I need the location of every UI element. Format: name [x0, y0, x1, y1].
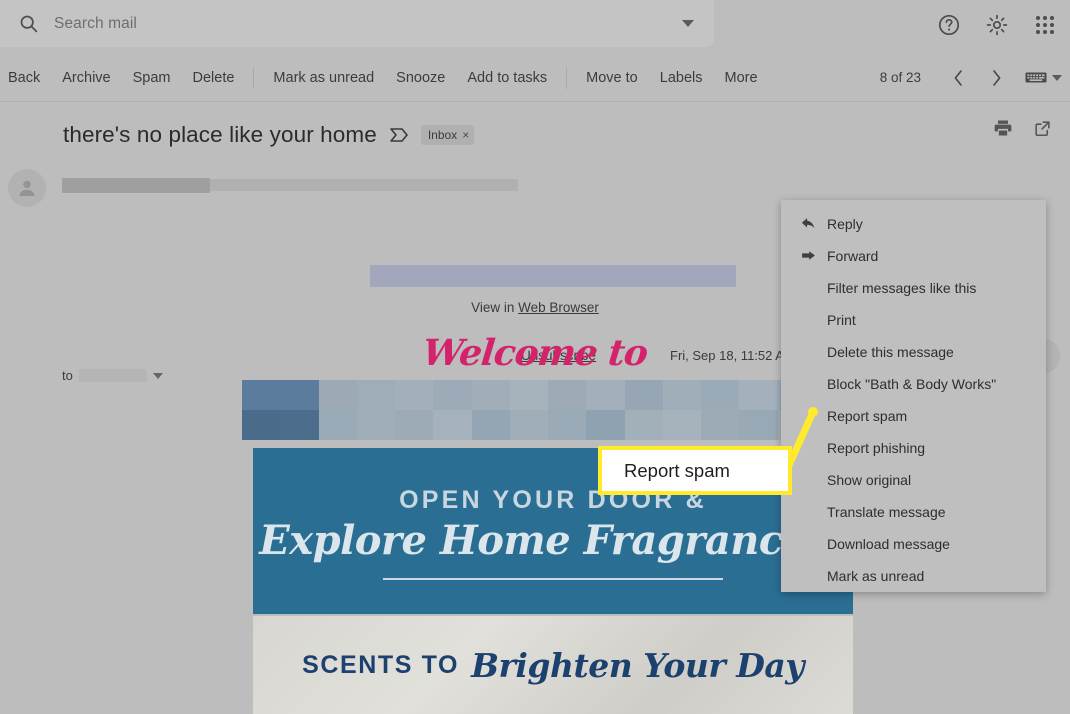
menu-item-label: Download message [827, 536, 950, 552]
reply-arrow-icon [799, 215, 817, 233]
toolbar-more-button[interactable]: More [713, 54, 768, 102]
label-name: Inbox [427, 128, 458, 142]
scents-section: SCENTS TO Brighten Your Day [253, 616, 853, 714]
search-icon [8, 4, 48, 44]
menu-item-label: Delete this message [827, 344, 954, 360]
menu-item-print[interactable]: Print [781, 304, 1046, 336]
menu-item-label: Reply [827, 216, 863, 232]
menu-item-delete-this-message[interactable]: Delete this message [781, 336, 1046, 368]
menu-item-label: Report spam [827, 408, 908, 424]
toolbar-divider [253, 66, 255, 89]
keyboard-chevron-down-icon[interactable] [1052, 74, 1062, 81]
sender-name-redacted [62, 178, 210, 193]
menu-item-reply[interactable]: Reply [781, 208, 1046, 240]
menu-item-label: Print [827, 312, 856, 328]
apps-grid-icon[interactable] [1028, 8, 1062, 42]
gmail-message-view: Search mail Back Archive Spam Delete Mar… [0, 0, 1070, 714]
toolbar-back-button[interactable]: Back [0, 54, 51, 102]
menu-item-label: Report phishing [827, 440, 926, 456]
search-placeholder: Search mail [54, 14, 137, 32]
keyboard-input-tools[interactable] [1025, 70, 1062, 85]
menu-item-mark-as-unread[interactable]: Mark as unread [781, 560, 1046, 592]
web-browser-link[interactable]: Web Browser [518, 300, 599, 315]
importance-marker-icon[interactable] [389, 127, 408, 143]
toolbar-delete-button[interactable]: Delete [182, 54, 246, 102]
toolbar-mark-as-unread-button[interactable]: Mark as unread [262, 54, 385, 102]
search-input[interactable]: Search mail [0, 0, 714, 47]
menu-item-label: Forward [827, 248, 879, 264]
menu-item-download-message[interactable]: Download message [781, 528, 1046, 560]
toolbar-snooze-button[interactable]: Snooze [385, 54, 456, 102]
promo-subheadline: Explore Home Fragrances! [259, 516, 847, 564]
toolbar-move-to-button[interactable]: Move to [575, 54, 649, 102]
top-search-row: Search mail [0, 0, 1070, 54]
keyboard-icon [1025, 72, 1047, 83]
annotation-callout-text: Report spam [624, 459, 730, 481]
promo-divider [383, 577, 723, 581]
menu-item-block-sender[interactable]: Block "Bath & Body Works" [781, 368, 1046, 400]
menu-item-forward[interactable]: Forward [781, 240, 1046, 272]
menu-item-label: Block "Bath & Body Works" [827, 376, 997, 392]
header-icon-group [932, 0, 1062, 50]
menu-item-label: Filter messages like this [827, 280, 977, 296]
message-more-menu: Reply Forward Filter messages like this … [781, 200, 1046, 592]
annotation-callout: Report spam [598, 446, 792, 495]
status-badge[interactable]: Inbox × [420, 125, 475, 145]
print-icon[interactable] [993, 118, 1013, 143]
action-toolbar: Back Archive Spam Delete Mark as unread … [0, 54, 1070, 102]
toolbar-spam-button[interactable]: Spam [122, 54, 182, 102]
toolbar-add-to-tasks-button[interactable]: Add to tasks [456, 54, 558, 102]
open-in-new-window-icon[interactable] [1033, 119, 1052, 143]
chevron-left-icon[interactable] [939, 59, 977, 97]
toolbar-archive-button[interactable]: Archive [51, 54, 121, 102]
menu-item-label: Translate message [827, 504, 946, 520]
subject-row: there's no place like your home Inbox × [0, 110, 1070, 160]
menu-item-filter-messages[interactable]: Filter messages like this [781, 272, 1046, 304]
toolbar-divider [566, 66, 568, 89]
sender-address-redacted [210, 179, 518, 191]
preheader-redacted [370, 265, 736, 287]
scents-bold-text: SCENTS TO [302, 650, 460, 679]
forward-arrow-icon [799, 247, 817, 265]
page-title: there's no place like your home [63, 122, 377, 147]
blurred-hero-image [242, 380, 854, 440]
search-options-chevron-down-icon[interactable] [666, 2, 710, 46]
menu-item-label: Mark as unread [827, 568, 925, 584]
chevron-right-icon[interactable] [977, 59, 1015, 97]
toolbar-labels-button[interactable]: Labels [649, 54, 714, 102]
gear-icon[interactable] [980, 8, 1014, 42]
view-in-prefix: View in [471, 300, 519, 315]
help-icon[interactable] [932, 8, 966, 42]
close-icon[interactable]: × [462, 128, 469, 142]
scents-script-text: Brighten Your Day [471, 645, 804, 685]
subject-actions [993, 118, 1052, 143]
menu-item-translate-message[interactable]: Translate message [781, 496, 1046, 528]
menu-item-label: Show original [827, 472, 912, 488]
toolbar-pagination-group: 8 of 23 [880, 59, 1070, 97]
pagination-count: 8 of 23 [879, 70, 921, 85]
avatar[interactable] [8, 169, 46, 207]
